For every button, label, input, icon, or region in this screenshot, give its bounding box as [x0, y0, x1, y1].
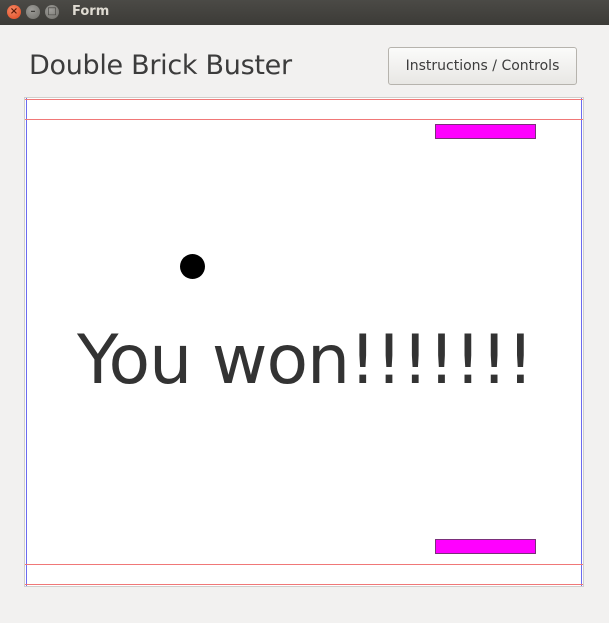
top-boundary-line — [25, 99, 583, 100]
close-window-button[interactable]: × — [7, 5, 21, 19]
bottom-goal-line — [25, 564, 583, 565]
instructions-controls-button[interactable]: Instructions / Controls — [388, 47, 577, 85]
bottom-boundary-line — [25, 584, 583, 585]
minimize-window-button[interactable]: – — [26, 5, 40, 19]
game-canvas[interactable]: You won!!!!!!! — [24, 97, 584, 587]
window-title: Form — [72, 4, 110, 19]
maximize-window-button[interactable]: □ — [45, 5, 59, 19]
win-message: You won!!!!!!! — [77, 321, 534, 400]
top-goal-line — [25, 119, 583, 120]
top-paddle — [435, 124, 536, 139]
window-titlebar: × – □ Form — [0, 0, 609, 25]
ball — [180, 254, 205, 279]
game-title: Double Brick Buster — [29, 50, 292, 81]
bottom-paddle — [435, 539, 536, 554]
